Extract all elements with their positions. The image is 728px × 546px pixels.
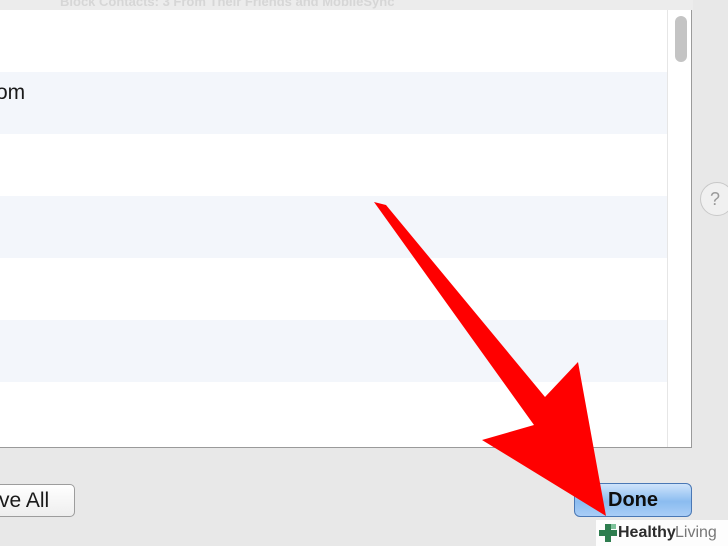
list-item[interactable] [0, 196, 668, 258]
watermark-living-text: Living [675, 524, 717, 541]
scrollbar-thumb[interactable] [675, 16, 687, 62]
done-button[interactable]: Done [574, 483, 692, 517]
list-item[interactable] [0, 382, 668, 444]
blocked-list[interactable]: om [0, 10, 692, 448]
list-item[interactable] [0, 134, 668, 196]
remove-all-button[interactable]: ve All [0, 484, 75, 517]
list-item[interactable]: om [0, 72, 668, 134]
dialog-top-strip: Block Contacts: 3 From Their Friends and… [0, 0, 728, 10]
list-item-label: om [0, 81, 26, 104]
help-icon[interactable]: ? [700, 182, 728, 216]
dialog-header-text: Block Contacts: 3 From Their Friends and… [60, 0, 395, 9]
list-item[interactable] [0, 10, 668, 72]
vertical-scrollbar[interactable] [667, 10, 691, 447]
watermark: Healthy Living [596, 520, 728, 546]
background-window-edge [693, 0, 728, 546]
list-item[interactable] [0, 320, 668, 382]
healthy-living-plus-icon [599, 524, 617, 542]
watermark-healthy-text: Healthy [618, 524, 676, 541]
list-item[interactable] [0, 258, 668, 320]
